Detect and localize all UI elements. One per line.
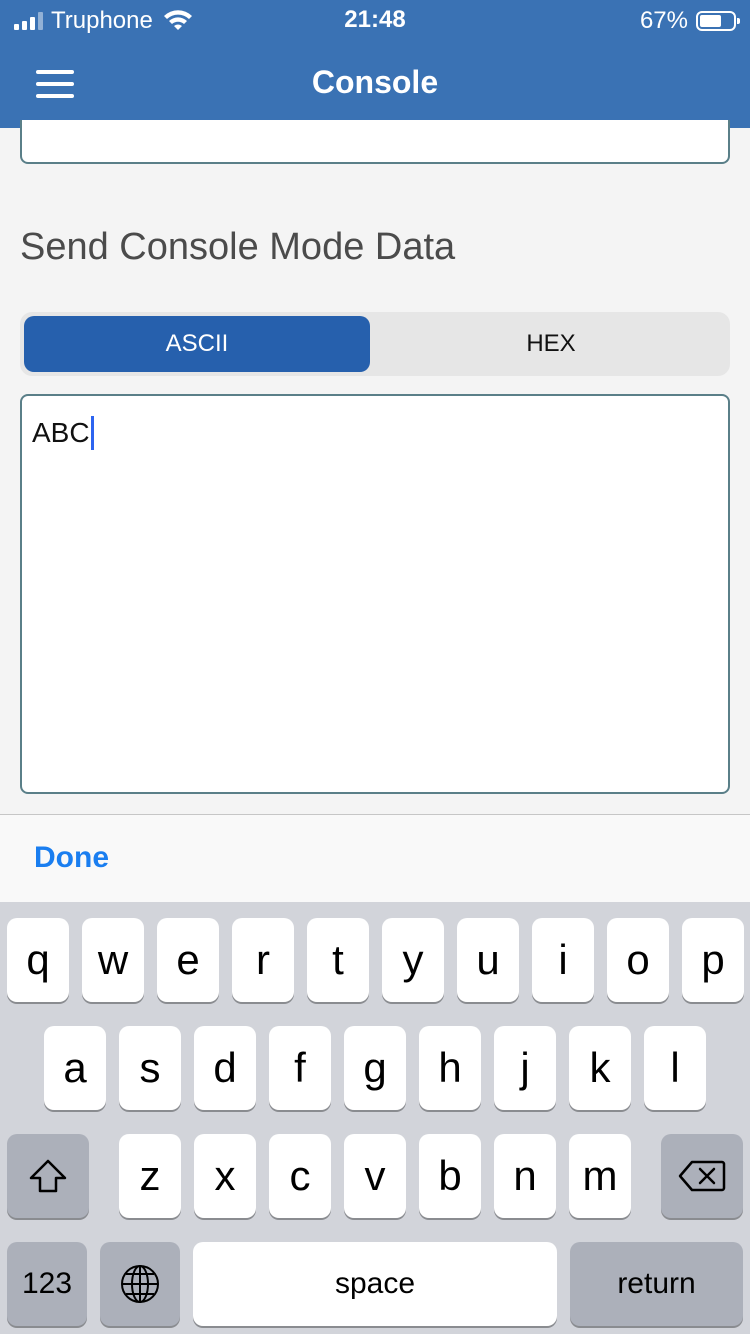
globe-icon — [121, 1265, 159, 1303]
key-c[interactable]: c — [269, 1134, 331, 1218]
key-o[interactable]: o — [607, 918, 669, 1002]
key-h[interactable]: h — [419, 1026, 481, 1110]
key-x[interactable]: x — [194, 1134, 256, 1218]
shift-icon — [29, 1159, 67, 1193]
key-q[interactable]: q — [7, 918, 69, 1002]
key-j[interactable]: j — [494, 1026, 556, 1110]
space-key[interactable]: space — [193, 1242, 557, 1326]
key-f[interactable]: f — [269, 1026, 331, 1110]
key-b[interactable]: b — [419, 1134, 481, 1218]
key-z[interactable]: z — [119, 1134, 181, 1218]
keyboard: q w e r t y u i o p a s d f g h j k l z … — [0, 902, 750, 1334]
globe-key[interactable] — [100, 1242, 180, 1326]
send-data-input[interactable]: ABC — [20, 394, 730, 794]
key-w[interactable]: w — [82, 918, 144, 1002]
keyboard-toolbar: Done — [0, 814, 750, 902]
navigation-bar: Console — [0, 40, 750, 128]
key-k[interactable]: k — [569, 1026, 631, 1110]
key-s[interactable]: s — [119, 1026, 181, 1110]
key-e[interactable]: e — [157, 918, 219, 1002]
status-bar: Truphone 21:48 67% — [0, 0, 750, 40]
input-value-wrap: ABC — [32, 416, 94, 450]
key-i[interactable]: i — [532, 918, 594, 1002]
numbers-key[interactable]: 123 — [7, 1242, 87, 1326]
return-key[interactable]: return — [570, 1242, 743, 1326]
battery-fill — [700, 15, 721, 27]
status-right: 67% — [639, 6, 740, 36]
encoding-segmented-control: ASCII HEX — [20, 312, 730, 376]
page-title: Console — [311, 64, 439, 100]
battery-icon — [696, 11, 740, 31]
status-time: 21:48 — [344, 6, 406, 33]
key-a[interactable]: a — [44, 1026, 106, 1110]
battery-tip — [737, 18, 740, 24]
backspace-icon — [678, 1160, 726, 1192]
battery-percent: 67% — [639, 7, 688, 34]
key-y[interactable]: y — [382, 918, 444, 1002]
key-t[interactable]: t — [307, 918, 369, 1002]
key-m[interactable]: m — [569, 1134, 631, 1218]
segment-hex[interactable]: HEX — [376, 316, 726, 372]
shift-key[interactable] — [7, 1134, 89, 1218]
console-output-box[interactable] — [20, 120, 730, 164]
done-button[interactable]: Done — [34, 841, 109, 875]
key-l[interactable]: l — [644, 1026, 706, 1110]
key-r[interactable]: r — [232, 918, 294, 1002]
segment-ascii[interactable]: ASCII — [24, 316, 370, 372]
key-n[interactable]: n — [494, 1134, 556, 1218]
key-p[interactable]: p — [682, 918, 744, 1002]
input-value: ABC — [32, 417, 90, 448]
key-v[interactable]: v — [344, 1134, 406, 1218]
section-title: Send Console Mode Data — [20, 226, 456, 268]
text-caret — [90, 416, 94, 450]
key-d[interactable]: d — [194, 1026, 256, 1110]
key-u[interactable]: u — [457, 918, 519, 1002]
key-g[interactable]: g — [344, 1026, 406, 1110]
backspace-key[interactable] — [661, 1134, 743, 1218]
